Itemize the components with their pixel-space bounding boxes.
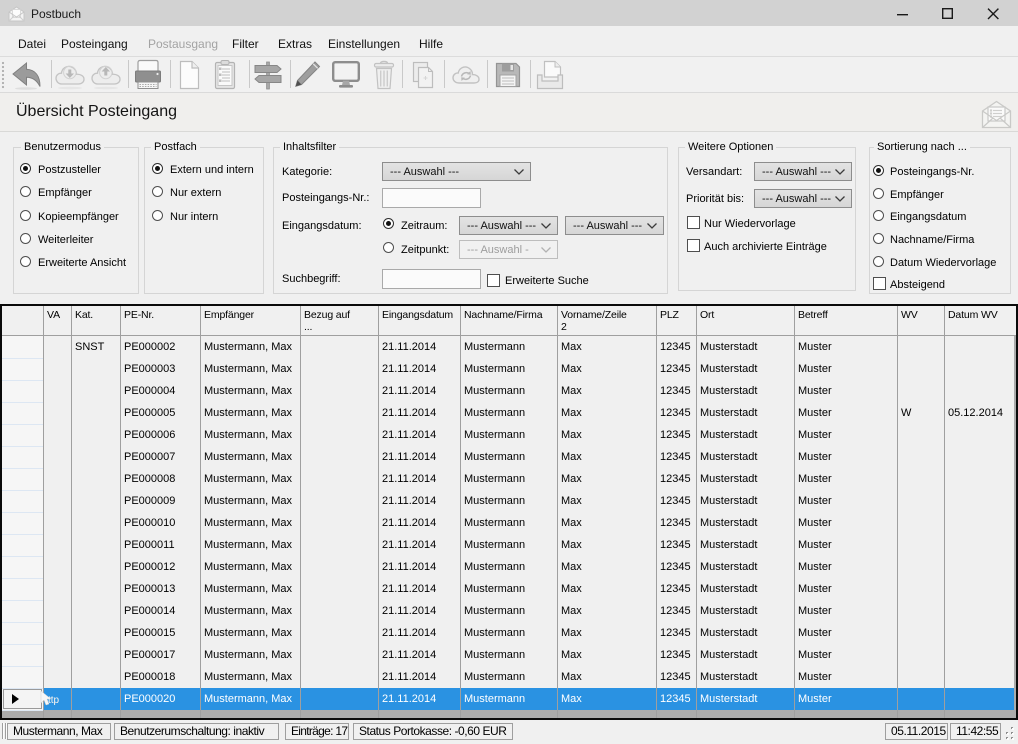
svg-text:ttp: ttp [48,695,60,706]
